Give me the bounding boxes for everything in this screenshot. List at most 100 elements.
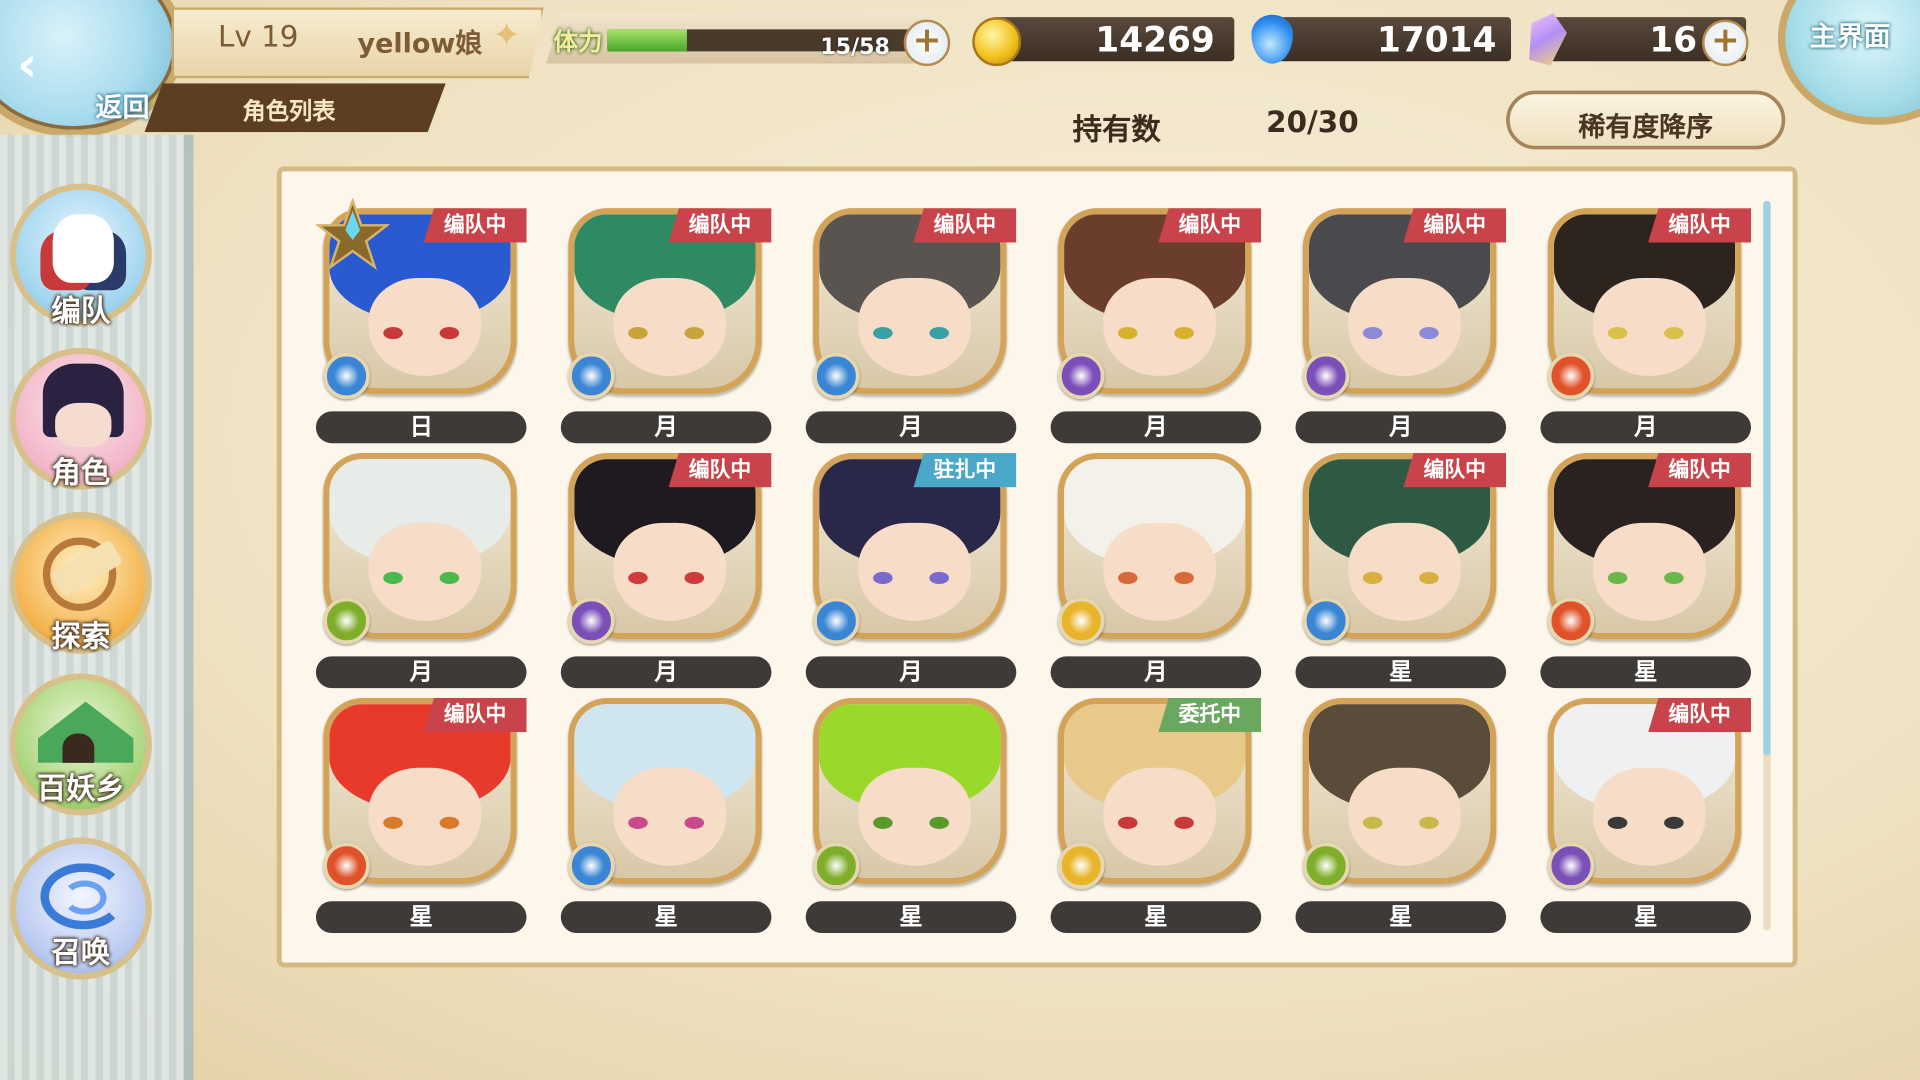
water-element-icon [323,352,370,400]
add-stamina-button[interactable]: + [903,19,951,67]
status-tag: 编队中 [1648,208,1752,243]
rank-label: 月 [1050,656,1262,689]
owned-count-value: 20/30 [1266,105,1359,140]
owned-count-label: 持有数 [1072,112,1161,147]
water-element-icon [1302,597,1350,645]
character-card[interactable]: 编队中月 [560,446,772,691]
character-card[interactable]: 编队中星 [315,691,527,936]
portrait-face [368,522,482,621]
portrait-eye [383,816,403,829]
add-crystal-button[interactable]: + [1702,19,1749,67]
portrait-eye [929,326,949,340]
player-name: yellow娘 [357,29,483,61]
portrait-face [613,767,727,866]
character-card[interactable]: 驻扎中月 [805,446,1017,691]
light-element-icon [1057,597,1105,645]
sidebar-label-explore: 探索 [51,619,111,654]
stamina-fill [607,29,687,52]
gold-amount: 14269 [1095,19,1215,61]
portrait-eye [1607,571,1628,585]
dark-element-icon [1302,352,1350,400]
game-screen: ‹ 返回 Lv 19 yellow娘 ✦ 角色列表 体力 15/58 + 142… [0,0,1920,1080]
character-card[interactable]: 编队中星 [1540,691,1752,936]
portrait-face [858,522,972,621]
fire-element-icon [323,842,370,889]
rank-label: 月 [805,656,1017,689]
portrait-eye [684,326,705,340]
portrait-eye [1362,571,1383,585]
sidebar-label-team: 编队 [51,293,111,329]
character-card[interactable]: 编队中星 [1295,446,1507,691]
rank-label: 日 [315,411,527,444]
portrait-eye [439,816,460,829]
portrait-eye [628,571,648,585]
water-element-icon [568,352,615,400]
portrait-eye [929,816,949,829]
character-card[interactable]: 编队中月 [805,201,1017,446]
portrait-face [1593,277,1706,376]
rank-label: 月 [560,411,772,444]
portrait-eye [439,326,460,340]
status-tag: 编队中 [1648,697,1752,733]
rank-label: 月 [560,656,772,689]
rank-label: 星 [315,901,527,934]
portrait-eye [1174,816,1194,829]
back-arrow-icon: ‹ [17,36,38,94]
rank-label: 月 [1295,411,1507,444]
wind-element-icon [1302,842,1350,889]
status-tag: 编队中 [1403,208,1507,243]
status-tag: 编队中 [423,697,527,733]
fire-element-icon [1547,352,1595,400]
wind-element-icon [813,842,860,889]
character-card[interactable]: 星 [805,691,1017,936]
portrait-face [858,767,972,866]
portrait-eye [1362,816,1383,829]
character-card[interactable]: 委托中星 [1050,691,1262,936]
dark-element-icon [1057,352,1105,400]
rarity-star-icon [314,197,391,271]
portrait-eye [1419,816,1439,829]
sidebar-label-character: 角色 [51,455,111,490]
portrait-face [1348,767,1461,866]
status-tag: 编队中 [668,208,772,243]
sidebar-label-summon: 召唤 [51,935,111,970]
portrait-eye [1419,326,1439,340]
portrait-eye [1607,326,1628,340]
character-card[interactable]: 月 [1050,446,1262,691]
status-tag: 编队中 [668,453,772,488]
rank-label: 星 [805,901,1017,934]
stamina-value: 15/58 [820,34,890,61]
character-face [55,402,112,447]
team-icon [52,214,114,283]
portrait-eye [383,571,403,585]
portrait-eye [1664,816,1684,829]
portrait-face [1593,522,1706,621]
portrait-eye [873,816,893,829]
character-card[interactable]: 编队中月 [560,201,772,446]
portrait-face [1103,767,1216,866]
portrait-eye [1607,816,1628,829]
character-card[interactable]: 月 [315,446,527,691]
character-card[interactable]: 编队中月 [1295,201,1507,446]
portrait-eye [873,326,893,340]
portrait-face [1348,522,1461,621]
character-card[interactable]: 星 [1295,691,1507,936]
character-card[interactable]: 编队中月 [1050,201,1262,446]
swirl-shape [62,880,107,915]
rank-label: 星 [560,901,772,934]
water-element-icon [813,597,860,645]
portrait-eye [628,816,648,829]
dark-element-icon [568,597,615,645]
character-card[interactable]: 编队中日 [314,197,527,446]
character-card[interactable]: 编队中月 [1540,201,1752,446]
portrait-eye [684,571,705,585]
portrait-face [858,277,972,376]
character-card[interactable]: 编队中星 [1540,446,1752,691]
portrait-eye [873,571,893,585]
portrait-eye [1117,571,1138,585]
status-tag: 编队中 [1648,453,1752,488]
status-tag: 编队中 [423,208,527,243]
character-card[interactable]: 星 [560,691,772,936]
water-element-icon [813,352,860,400]
scrollbar-thumb[interactable] [1763,200,1771,756]
